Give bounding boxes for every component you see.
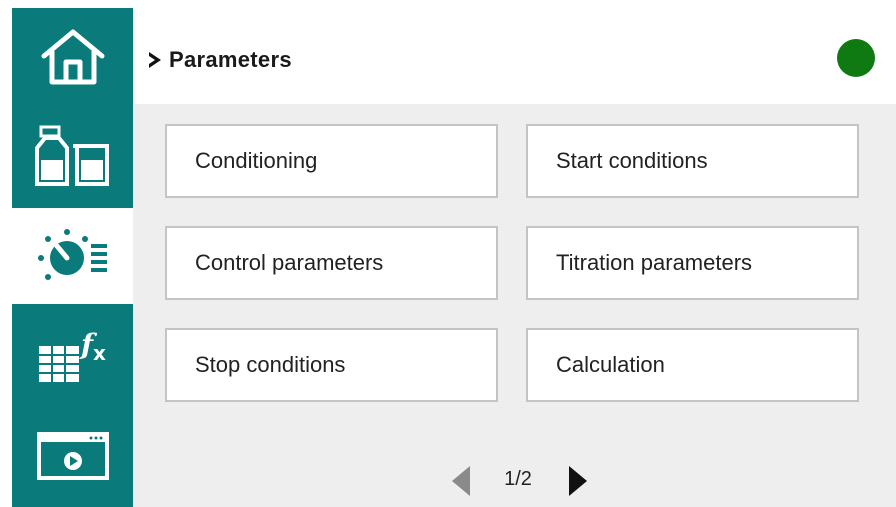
conditioning-button[interactable]: Conditioning: [165, 124, 498, 198]
previous-page-icon[interactable]: [448, 464, 474, 498]
header: Parameters: [133, 8, 896, 104]
pagination: 1/2: [133, 460, 896, 500]
start-conditions-button[interactable]: Start conditions: [526, 124, 859, 198]
sample-bottle-beaker-icon: [34, 125, 109, 186]
sidebar-item-samples[interactable]: [12, 108, 133, 204]
chevron-right-icon: [149, 52, 161, 68]
status-indicator: [837, 39, 875, 77]
parameters-dial-icon: [37, 229, 107, 280]
sidebar-item-parameters[interactable]: [12, 208, 133, 304]
sidebar-item-video[interactable]: [12, 408, 133, 504]
sidebar-item-calculations[interactable]: f x: [12, 308, 133, 404]
home-icon: [41, 29, 104, 85]
svg-text:x: x: [93, 341, 106, 365]
main-content: Conditioning Start conditions Control pa…: [133, 104, 896, 507]
titration-parameters-button[interactable]: Titration parameters: [526, 226, 859, 300]
breadcrumb: Parameters: [145, 45, 292, 75]
page-indicator: 1/2: [504, 468, 532, 490]
control-parameters-button[interactable]: Control parameters: [165, 226, 498, 300]
stop-conditions-button[interactable]: Stop conditions: [165, 328, 498, 402]
sidebar: f x: [12, 8, 133, 507]
table-formula-icon: f x: [38, 328, 106, 382]
video-screen-icon: [36, 432, 109, 480]
next-page-icon[interactable]: [565, 464, 591, 498]
calculation-button[interactable]: Calculation: [526, 328, 859, 402]
sidebar-item-home[interactable]: [12, 8, 133, 104]
page-title: Parameters: [169, 47, 292, 72]
